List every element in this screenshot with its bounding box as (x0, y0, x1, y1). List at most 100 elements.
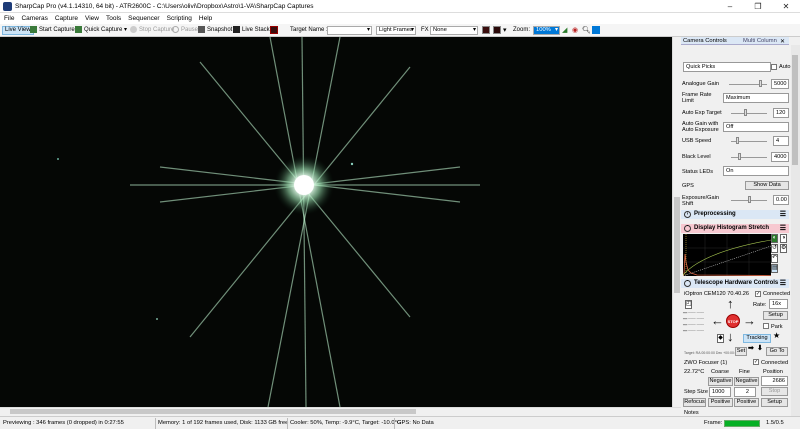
show-data-button[interactable]: Show Data (745, 181, 789, 190)
park-checkbox[interactable] (763, 323, 769, 329)
collapse-icon[interactable]: ˆ (684, 225, 691, 232)
goto-button[interactable]: Go To (766, 347, 788, 356)
menu-tools[interactable]: Tools (102, 13, 124, 22)
expand-icon[interactable]: › (684, 211, 691, 218)
live-view-button[interactable]: Live View (2, 26, 34, 35)
histogram-stretch-header[interactable]: ˆ Display Histogram Stretch ☰ (681, 224, 789, 233)
mount-stop-button[interactable]: STOP (726, 314, 740, 328)
fine-negative-button[interactable]: Negative (734, 377, 759, 386)
focuser-position-value[interactable]: 2686 (761, 376, 788, 386)
west-arrow-icon[interactable]: ← (711, 314, 724, 327)
preprocessing-header[interactable]: › Preprocessing ☰ (681, 210, 789, 219)
pause-button[interactable]: Pause (172, 26, 198, 35)
black-level-knob[interactable] (737, 153, 741, 160)
east-arrow-icon[interactable]: → (743, 314, 756, 327)
minimize-button[interactable]: – (716, 0, 744, 13)
sync-icon[interactable]: ◆ (717, 334, 724, 343)
focuser-setup-button[interactable]: Setup (761, 398, 788, 407)
menu-file[interactable]: File (0, 13, 17, 22)
auto-exp-target-slider[interactable] (731, 113, 767, 114)
color-picker-icon-2[interactable] (493, 26, 501, 34)
menu-icon[interactable]: ☰ (780, 280, 786, 287)
viewer-horizontal-scrollbar[interactable] (0, 407, 681, 415)
zoom-select[interactable]: 100% (533, 26, 560, 35)
fine-step-value[interactable]: 2 (734, 387, 756, 397)
menu-sequencer[interactable]: Sequencer (124, 13, 162, 22)
telescope-controls-header[interactable]: ˆ Telescope Hardware Controls ☰ (681, 279, 789, 288)
pin-icon[interactable]: ✕ (780, 38, 785, 45)
live-image-viewer[interactable] (0, 37, 672, 407)
menu-cameras[interactable]: Cameras (17, 13, 50, 22)
stop-capture-button[interactable]: Stop Capture (130, 26, 174, 35)
black-level-slider[interactable] (731, 157, 767, 158)
black-level-value[interactable]: 4000 (771, 152, 789, 162)
auto-exp-target-knob[interactable] (744, 109, 748, 116)
focuser-stop-button[interactable]: Stop (761, 387, 788, 396)
menu-icon[interactable]: ☰ (780, 225, 786, 232)
refocus-button[interactable]: Refocus (683, 398, 706, 407)
move-right-icon[interactable]: ➡ (748, 345, 754, 352)
south-arrow-icon[interactable]: ↓ (727, 330, 734, 343)
mount-target-icon[interactable]: ◰ (685, 300, 692, 309)
usb-speed-knob[interactable] (735, 137, 739, 144)
color-picker-icon[interactable] (482, 26, 490, 34)
move-down-icon[interactable]: ⬇ (757, 345, 763, 352)
favorite-star-icon[interactable]: ★ (773, 332, 780, 340)
start-capture-button[interactable]: Start Capture (30, 26, 75, 35)
close-button[interactable]: ✕ (772, 0, 800, 13)
crosshair-icon[interactable]: ◉ (572, 26, 578, 35)
analogue-gain-knob[interactable] (758, 80, 762, 87)
pin-stretch-icon[interactable]: ↺ (771, 244, 778, 253)
analogue-gain-value[interactable]: 5000 (771, 79, 789, 89)
quick-picks-select[interactable]: Quick Picks (683, 62, 771, 72)
tab-multi-column[interactable]: Multi Column (743, 38, 777, 44)
focuser-connected-checkbox[interactable]: ✓ (753, 359, 759, 365)
auto-checkbox[interactable] (771, 64, 777, 70)
menu-view[interactable]: View (81, 13, 102, 22)
live-stack-button[interactable]: Live Stack (233, 26, 270, 35)
menu-icon[interactable]: ☰ (780, 211, 786, 218)
zoom-tool-icon[interactable]: 🔍︎ (582, 26, 591, 35)
reticle-overlay-button[interactable] (270, 26, 278, 34)
frame-rate-select[interactable]: Maximum (723, 93, 789, 103)
rate-select[interactable]: 16x (769, 299, 788, 309)
save-stretch-icon[interactable]: ▤ (771, 264, 778, 273)
menu-scripting[interactable]: Scripting (163, 13, 195, 22)
viewer-vscroll-thumb[interactable] (674, 197, 680, 293)
viewer-vertical-scrollbar[interactable] (672, 37, 681, 407)
step-size-value[interactable]: 1000 (709, 387, 731, 397)
snapshot-button[interactable]: Snapshot (198, 26, 232, 35)
target-name-input[interactable] (327, 26, 372, 35)
exp-gain-shift-value[interactable]: 0.00 (773, 195, 789, 205)
undo-stretch-icon[interactable]: ↶ (771, 254, 778, 263)
tracking-button[interactable]: Tracking (743, 334, 771, 343)
menu-help[interactable]: Help (195, 13, 215, 22)
auto-stretch-icon[interactable]: ◐ (771, 234, 778, 243)
contrast-icon[interactable]: ◑ (780, 234, 787, 243)
exp-gain-shift-knob[interactable] (747, 196, 751, 203)
north-arrow-icon[interactable]: ↑ (727, 297, 734, 310)
auto-gain-select[interactable]: Off (723, 122, 789, 132)
histogram-display[interactable] (683, 234, 771, 276)
frame-type-select[interactable]: Light Frames (376, 26, 416, 35)
dropdown-arrow-icon[interactable]: ▾ (503, 26, 507, 35)
coarse-negative-button[interactable]: Negative (708, 377, 733, 386)
tab-camera-controls[interactable]: Camera Controls (683, 38, 727, 44)
menu-capture[interactable]: Capture (51, 13, 81, 22)
panel-vertical-scrollbar[interactable] (791, 45, 800, 416)
fine-positive-button[interactable]: Positive (734, 398, 759, 407)
auto-exp-target-value[interactable]: 120 (773, 108, 789, 118)
mount-setup-button[interactable]: Setup (763, 311, 788, 320)
settings-icon[interactable] (592, 26, 600, 34)
set-button[interactable]: Set (735, 347, 747, 356)
reset-stretch-icon[interactable]: ⚙ (780, 244, 787, 253)
usb-speed-value[interactable]: 4 (773, 136, 789, 146)
status-leds-select[interactable]: On (723, 166, 789, 176)
coarse-positive-button[interactable]: Positive (708, 398, 733, 407)
histogram-icon[interactable]: ◢ (562, 26, 567, 35)
collapse-icon[interactable]: ˆ (684, 280, 691, 287)
fx-select[interactable]: None (430, 26, 478, 35)
maximize-button[interactable]: ❐ (744, 0, 772, 13)
viewer-hscroll-thumb[interactable] (10, 409, 416, 414)
quick-capture-button[interactable]: Quick Capture ▾ (75, 26, 127, 35)
